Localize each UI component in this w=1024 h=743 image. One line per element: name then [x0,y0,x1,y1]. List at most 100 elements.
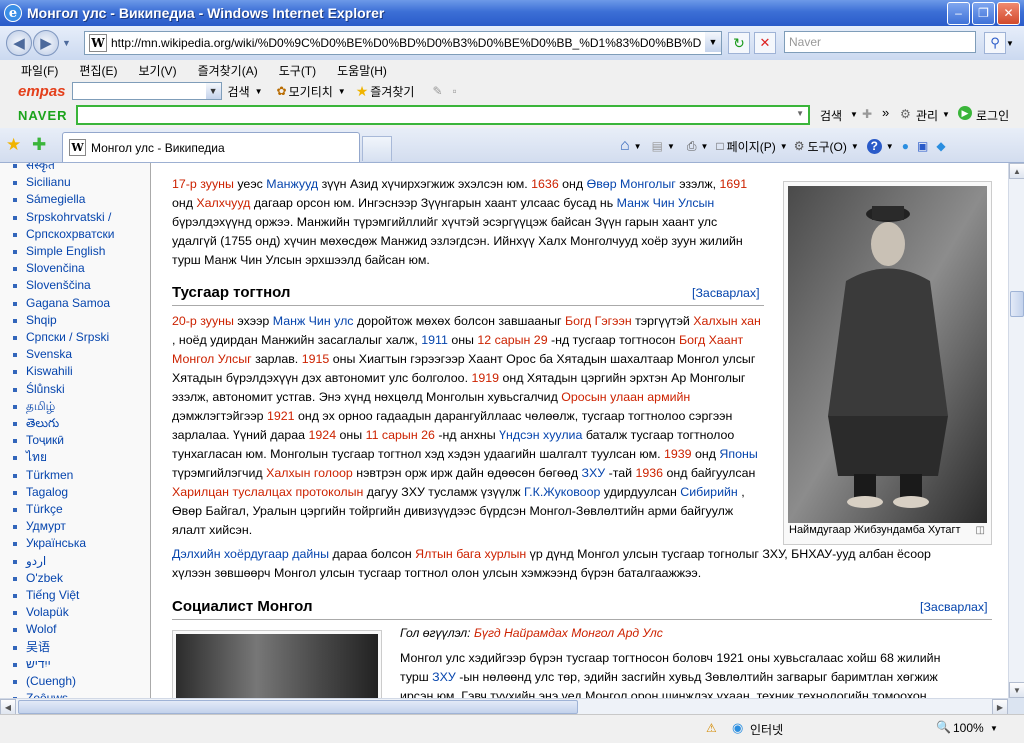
language-link[interactable]: Gagana Samoa [9,295,114,312]
article-link[interactable]: 1939 [664,447,692,461]
scroll-up-icon[interactable]: ▲ [1009,163,1024,179]
article-link[interactable]: Г.К.Жуковоор [524,485,600,499]
stop-icon[interactable]: ✕ [754,32,776,54]
socialist-image[interactable] [176,634,378,698]
edit-section-link[interactable]: [Засварлах] [692,284,760,303]
manage-button[interactable]: 관리 [916,107,938,124]
article-link[interactable]: Ялтын бага хурлын [415,547,526,561]
back-button[interactable]: ◀ [6,30,32,56]
tab-active[interactable]: W Монгол улс - Википедиа [62,132,360,162]
article-link[interactable]: Оросын улаан армийн [561,390,690,404]
chevron-down-icon[interactable]: ▼ [205,83,221,99]
article-link[interactable]: Сибирийн [680,485,737,499]
forward-button[interactable]: ▶ [33,30,59,56]
menu-tools[interactable]: 도구(T) [279,62,316,79]
language-link[interactable]: Volapük [9,604,114,621]
article-link[interactable]: ЗХУ [432,670,456,684]
article-link[interactable]: 1636 [531,177,559,191]
new-tab-button[interactable] [362,136,392,161]
print-icon[interactable]: ⎙ [687,139,697,154]
language-link[interactable]: 吴语 [9,639,114,656]
scroll-down-icon[interactable]: ▼ [1009,682,1024,698]
article-link[interactable]: Манжууд [266,177,318,191]
chevron-down-icon[interactable]: ▼ [700,142,708,151]
article-link[interactable]: Харилцан туслалцах протоколын [172,485,363,499]
empas-search-input[interactable]: ▼ [71,82,222,100]
login-button[interactable]: 로그인 [976,107,1009,124]
language-link[interactable]: Türkmen [9,467,114,484]
collect-button[interactable]: 모기티치 [289,83,333,100]
chevron-down-icon[interactable]: ▼ [338,87,346,96]
feeds-icon[interactable]: ▤ [652,139,663,153]
portrait-image[interactable] [788,186,987,523]
language-link[interactable]: Ślůnski [9,381,114,398]
horizontal-scrollbar[interactable]: ◀ ▶ [0,698,1008,715]
page-menu-button[interactable]: 페이지(P) [727,138,776,155]
close-button[interactable]: ✕ [997,1,1020,25]
language-link[interactable]: Shqip [9,312,114,329]
article-link[interactable]: 17-р зууны [172,177,234,191]
hscroll-thumb[interactable] [18,700,578,714]
chevron-down-icon[interactable]: ▼ [667,142,675,151]
add-favorite-icon[interactable]: ✚ [32,135,46,155]
language-link[interactable]: Удмурт [9,518,114,535]
language-link[interactable]: தமிழ் [9,398,114,415]
language-link[interactable]: Slovenčina [9,260,114,277]
edit-section-link[interactable]: [Засварлах] [920,598,988,617]
enlarge-icon[interactable]: ◫ [976,525,985,536]
favorites-center-star-icon[interactable]: ★ [6,135,21,155]
language-link[interactable]: ไทย [9,449,114,466]
article-link[interactable]: 1924 [309,428,337,442]
maximize-button[interactable]: ❐ [972,1,995,25]
article-link[interactable]: 1936 [635,466,663,480]
messenger-icon[interactable]: ● [902,139,909,153]
chevron-down-icon[interactable]: ▼ [850,110,858,119]
empas-search-button[interactable]: 검색 [228,83,250,100]
search-options-icon[interactable]: ▼ [1006,39,1014,48]
article-link[interactable]: 11 сарын 26 [366,428,435,442]
search-input[interactable]: Naver [784,31,976,53]
article-link[interactable]: Богд Гэгээн [565,314,632,328]
chevron-down-icon[interactable]: ▼ [796,109,804,118]
menu-view[interactable]: 보기(V) [138,62,176,79]
menu-favorites[interactable]: 즐겨찾기(A) [198,62,258,79]
article-link[interactable]: 12 сарын 29 [477,333,547,347]
clipboard-icon[interactable]: ▫ [453,84,457,98]
article-link[interactable]: Халхын хан [693,314,761,328]
chevron-down-icon[interactable]: ▼ [990,724,998,733]
language-link[interactable]: Tiếng Việt [9,587,114,604]
url-field[interactable]: W http://mn.wikipedia.org/wiki/%D0%9C%D0… [84,31,722,55]
article-link[interactable]: 1919 [471,371,499,385]
scroll-thumb[interactable] [1010,291,1024,317]
article-link[interactable]: 1921 [267,409,295,423]
main-article-link[interactable]: Бүгд Найрамдах Монгол Ард Улс [474,626,663,640]
language-link[interactable]: Kiswahili [9,363,114,380]
language-link[interactable]: Türkçe [9,501,114,518]
article-link[interactable]: Өвөр Монголыг [587,177,676,191]
language-link[interactable]: తెలుగు [9,415,114,432]
scroll-right-icon[interactable]: ▶ [992,699,1008,715]
scroll-left-icon[interactable]: ◀ [0,699,16,715]
language-link[interactable]: (Cuengh) [9,673,114,690]
url-dropdown-icon[interactable]: ▼ [705,32,721,52]
chevron-down-icon[interactable]: ▼ [851,142,859,151]
article-link[interactable]: Дэлхийн хоёрдугаар дайны [172,547,329,561]
language-link[interactable]: Wolof [9,621,114,638]
chevron-down-icon[interactable]: ▼ [780,142,788,151]
research-icon[interactable]: ▣ [917,139,928,153]
article-link[interactable]: Халхчууд [196,196,250,210]
language-link[interactable]: Sicilianu [9,174,114,191]
addon-icon[interactable]: ◆ [936,139,945,153]
article-link[interactable]: Японы [719,447,757,461]
menu-help[interactable]: 도움말(H) [337,62,387,79]
language-link[interactable]: Svenska [9,346,114,363]
home-icon[interactable]: ⌂ [620,137,630,155]
language-link[interactable]: Simple English [9,243,114,260]
language-link[interactable]: संस्कृत [9,163,114,174]
article-link[interactable]: Манж Чин улс [273,314,354,328]
empas-favorites-button[interactable]: 즐겨찾기 [370,83,414,100]
history-dropdown-icon[interactable]: ▼ [62,38,71,48]
article-link[interactable]: 1691 [720,177,748,191]
zoom-level[interactable]: 100% [953,721,984,735]
move-icon[interactable]: ✚ [862,107,872,121]
